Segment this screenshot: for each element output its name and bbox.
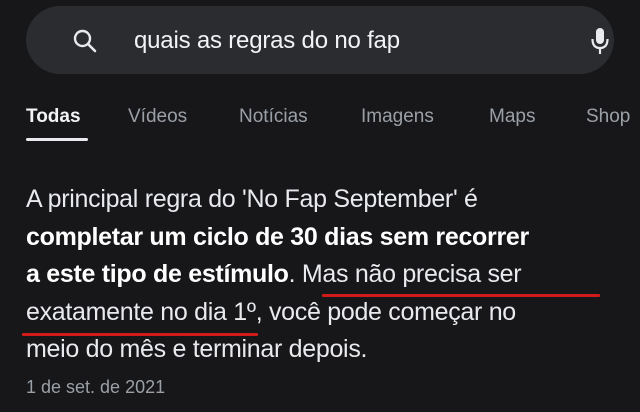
- red-highlight-line-1: [322, 294, 600, 297]
- search-input[interactable]: quais as regras do no fap: [134, 27, 400, 55]
- snippet-line-1: A principal regra do 'No Fap September' …: [26, 185, 478, 213]
- tab-todas[interactable]: Todas: [26, 106, 81, 128]
- snippet-line-3-rest: . Mas não precisa ser: [288, 260, 522, 288]
- snippet-line-3: a este tipo de estímulo. Mas não precisa…: [26, 256, 626, 294]
- featured-snippet: A principal regra do 'No Fap September' …: [26, 181, 626, 369]
- snippet-line-4: exatamente no dia 1º, você pode começar …: [26, 294, 626, 332]
- red-highlight-line-2: [22, 333, 258, 336]
- snippet-line-2: completar um ciclo de 30 dias sem recorr…: [26, 219, 626, 257]
- mic-icon[interactable]: [589, 26, 611, 58]
- snippet-line-5: meio do mês e terminar depois.: [26, 335, 368, 363]
- search-icon[interactable]: [72, 28, 98, 54]
- snippet-bold-text-2: a este tipo de estímulo: [26, 260, 289, 288]
- tab-maps[interactable]: Maps: [489, 106, 535, 128]
- snippet-line-4-rest: 1º, você pode começar no: [226, 297, 516, 326]
- tab-videos[interactable]: Vídeos: [128, 106, 187, 128]
- tab-shopping[interactable]: Shop: [586, 106, 630, 128]
- snippet-date: 1 de set. de 2021: [26, 377, 166, 397]
- snippet-underlined-text: exatamente no dia: [26, 297, 227, 326]
- search-tabs: Todas Vídeos Notícias Imagens Maps Shop: [0, 100, 640, 141]
- tab-imagens[interactable]: Imagens: [361, 106, 434, 128]
- active-tab-indicator: [26, 138, 88, 141]
- snippet-bold-text-1: completar um ciclo de 30 dias sem recorr…: [26, 222, 529, 251]
- search-bar[interactable]: quais as regras do no fap: [26, 6, 614, 74]
- tab-noticias[interactable]: Notícias: [239, 106, 308, 128]
